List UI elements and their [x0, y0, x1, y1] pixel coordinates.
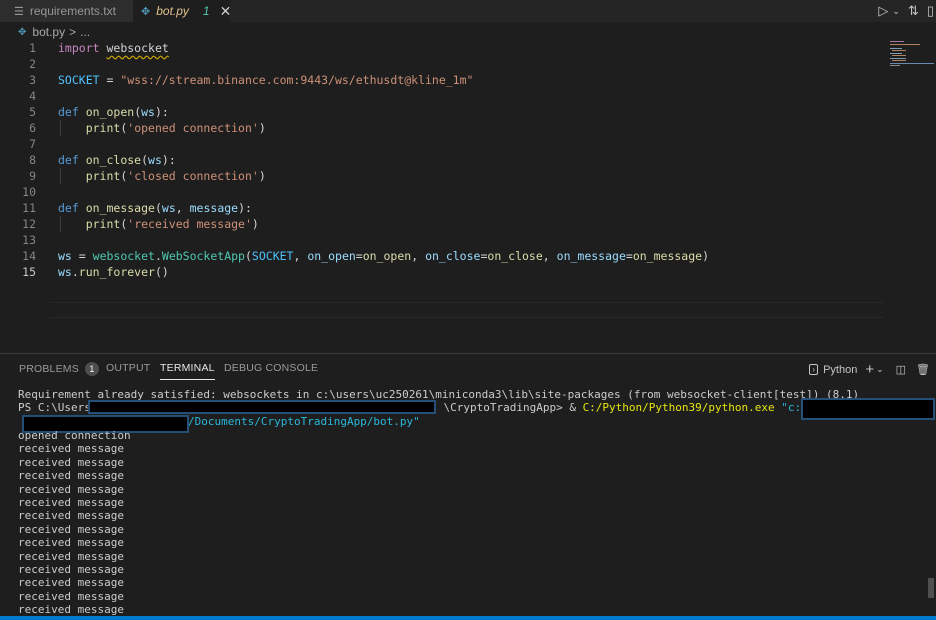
tab-bot-py[interactable]: ✥ bot.py 1 ✕ — [133, 0, 232, 22]
terminal-scrollbar[interactable] — [928, 578, 934, 598]
split-editor-icon[interactable]: ▯ — [927, 3, 934, 19]
terminal-line: received message — [18, 482, 124, 496]
tab-label: requirements.txt — [29, 4, 116, 18]
line-number: 4 — [29, 89, 36, 103]
terminal-line: received message — [18, 522, 124, 536]
code-line-9: print('closed connection') — [85, 169, 266, 183]
breadcrumb: ✥ bot.py > ... — [18, 24, 90, 40]
terminal-line: received message — [18, 496, 124, 509]
terminal-line: received message — [18, 469, 124, 483]
bottom-panel: PROBLEMS 1 OUTPUT TERMINAL DEBUG CONSOLE … — [0, 353, 936, 620]
chevron-down-icon[interactable]: ⌄ — [876, 364, 884, 375]
panel-tabs: PROBLEMS 1 OUTPUT TERMINAL DEBUG CONSOLE … — [0, 354, 936, 384]
tab-requirements-txt[interactable]: ☰ requirements.txt — [0, 0, 133, 22]
lines-icon: ☰ — [14, 5, 24, 18]
code-line-8: def on_close(ws): — [58, 153, 176, 167]
code-line-3: SOCKET = "wss://stream.binance.com:9443/… — [58, 73, 474, 87]
terminal-line: received message — [18, 576, 124, 590]
terminal-line: received message — [18, 549, 124, 563]
line-number: 11 — [22, 201, 36, 215]
redaction-box — [801, 398, 935, 420]
editor-actions: ▷ ⌄ ⇅ ▯ — [870, 0, 936, 22]
run-icon[interactable]: ▷ — [878, 3, 888, 19]
code-line-5: def on_open(ws): — [58, 105, 169, 119]
status-bar — [0, 616, 936, 620]
current-line-highlight — [50, 302, 884, 318]
line-number: 5 — [29, 105, 36, 119]
code-line-12: print('received message') — [85, 217, 259, 231]
terminal-line: received message — [18, 455, 124, 469]
terminal-shell-label[interactable]: Python — [823, 364, 857, 376]
problem-count: 1 — [202, 4, 210, 18]
tab-output[interactable]: OUTPUT — [106, 362, 150, 374]
code-line-6: print('opened connection') — [85, 121, 266, 135]
code-line-15: ws.run_forever() — [58, 265, 169, 279]
line-number: 13 — [22, 233, 36, 247]
line-number: 15 — [22, 265, 36, 279]
breadcrumb-rest[interactable]: ... — [80, 25, 90, 39]
split-terminal-icon[interactable]: ◫ — [896, 363, 906, 376]
terminal-line: received message — [18, 442, 124, 456]
problems-badge: 1 — [84, 362, 99, 376]
line-number: 8 — [29, 153, 36, 167]
terminal-line: received message — [18, 536, 124, 550]
python-icon: ✥ — [18, 26, 27, 38]
terminal-line: received message — [18, 563, 124, 576]
terminal-line: received message — [18, 589, 124, 603]
line-number: 14 — [22, 249, 36, 263]
breadcrumb-separator: > — [69, 25, 77, 39]
terminal-line: received message — [18, 603, 124, 617]
chevron-down-icon[interactable]: ⌄ — [892, 6, 900, 17]
python-icon: ✥ — [141, 5, 151, 18]
code-line-1: import websocket — [58, 41, 169, 55]
tab-terminal[interactable]: TERMINAL — [160, 362, 215, 380]
line-number: 3 — [29, 73, 36, 87]
compare-icon[interactable]: ⇅ — [908, 3, 919, 19]
terminal-line: opened connection — [18, 429, 131, 442]
line-number: 12 — [22, 217, 36, 231]
line-number: 10 — [22, 185, 36, 199]
code-line-11: def on_message(ws, message): — [58, 201, 252, 215]
code-line-14: ws = websocket.WebSocketApp(SOCKET, on_o… — [58, 249, 710, 263]
line-number: 2 — [29, 57, 36, 71]
tab-problems[interactable]: PROBLEMS 1 — [19, 362, 99, 376]
terminal-output[interactable]: Requirement already satisfied: websocket… — [0, 386, 936, 618]
line-number: 6 — [29, 121, 36, 135]
terminal-line: received message — [18, 509, 124, 523]
minimap[interactable] — [888, 40, 936, 70]
tab-debug-console[interactable]: DEBUG CONSOLE — [224, 362, 318, 374]
tab-label: bot.py — [156, 4, 189, 18]
new-terminal-icon[interactable]: + — [865, 361, 874, 378]
terminal-shell-icon: › — [809, 364, 819, 375]
line-number: 9 — [29, 169, 36, 183]
import-warning: websocket — [106, 41, 169, 55]
editor-tab-bar: ☰ requirements.txt ✥ bot.py 1 ✕ ▷ ⌄ ⇅ ▯ — [0, 0, 936, 22]
redaction-box — [88, 400, 436, 414]
breadcrumb-file[interactable]: bot.py — [32, 25, 65, 39]
code-editor[interactable]: 1 2 3 4 5 6 7 8 9 10 11 12 13 14 15 impo… — [0, 40, 936, 352]
close-icon[interactable]: ✕ — [220, 3, 232, 20]
line-number: 7 — [29, 137, 36, 151]
trash-icon[interactable]: 🗑 — [916, 363, 930, 376]
line-number: 1 — [29, 41, 36, 55]
terminal-toolbar: › Python + ⌄ ◫ 🗑 — [801, 361, 930, 378]
